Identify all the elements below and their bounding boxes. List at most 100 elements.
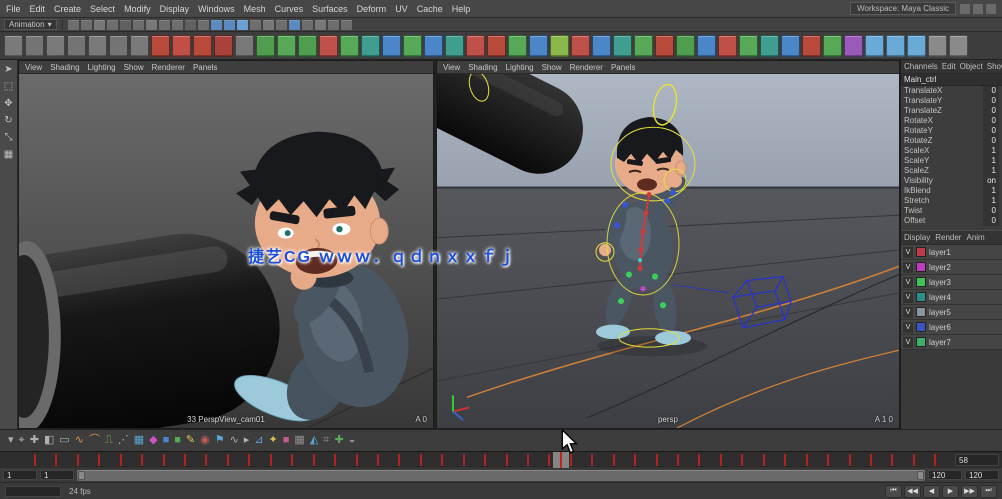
shelf-button-17[interactable] [361,35,380,57]
layer-color-swatch[interactable] [916,277,926,287]
shelf-button-45[interactable] [949,35,968,57]
character-set-field[interactable] [5,486,61,497]
menubar-icon[interactable] [973,4,983,14]
transport-button-4[interactable]: ▶▶ [961,485,978,498]
vp-menu-lighting[interactable]: Lighting [88,63,116,72]
vp-menu-view[interactable]: View [25,63,42,72]
menubar-icon[interactable] [960,4,970,14]
shelf-button-14[interactable] [298,35,317,57]
last-tool[interactable]: ▦ [4,150,13,160]
layer-visibility-toggle[interactable]: V [903,247,913,258]
keyframe-tick[interactable] [377,454,379,466]
shelf-button-42[interactable] [886,35,905,57]
playback-end-field[interactable]: 120 [928,470,962,480]
anim-tool-icon-4[interactable]: ▭ [59,435,69,446]
shelf-button-19[interactable] [403,35,422,57]
menu-surfaces[interactable]: Surfaces [312,4,348,14]
shelf-button-25[interactable] [529,35,548,57]
keyframe-tick[interactable] [613,454,615,466]
shelf-button-26[interactable] [550,35,569,57]
layer-visibility-toggle[interactable]: V [903,337,913,348]
shelf-button-29[interactable] [613,35,632,57]
keyframe-tick[interactable] [570,454,572,466]
shelf-button-6[interactable] [130,35,149,57]
keyframe-tick[interactable] [913,454,915,466]
viewport-rigged[interactable]: ViewShadingLightingShowRendererPanels [436,60,900,429]
shelf-button-30[interactable] [634,35,653,57]
shelf-button-33[interactable] [697,35,716,57]
anim-end-field[interactable]: 120 [965,470,999,480]
shelf-button-12[interactable] [256,35,275,57]
shelf-button-43[interactable] [907,35,926,57]
keyframe-ticks[interactable] [20,452,952,468]
rig-scene[interactable] [437,74,899,428]
anim-tool-icon-9[interactable]: ▦ [134,435,144,446]
keyframe-tick[interactable] [313,454,315,466]
keyframe-tick[interactable] [698,454,700,466]
range-handle-left[interactable] [78,471,85,480]
anim-tool-icon-14[interactable]: ◉ [200,435,210,446]
shelf-button-1[interactable] [25,35,44,57]
layer-row[interactable]: Vlayer3 [901,275,1002,290]
layer-visibility-toggle[interactable]: V [903,292,913,303]
shelf-button-27[interactable] [571,35,590,57]
layer-color-swatch[interactable] [916,337,926,347]
keyframe-tick[interactable] [141,454,143,466]
keyframe-tick[interactable] [506,454,508,466]
transport-button-1[interactable]: ◀◀ [904,485,921,498]
keyframe-tick[interactable] [677,454,679,466]
channel-value[interactable]: 0 [983,106,999,116]
anim-tool-icon-19[interactable]: ✦ [269,435,278,446]
cb-tab-channels[interactable]: Channels [904,62,938,71]
shelf-button-34[interactable] [718,35,737,57]
channel-row[interactable]: IkBlend1 [901,186,1002,196]
channel-row[interactable]: TranslateX0 [901,86,1002,96]
range-handle-right[interactable] [917,471,924,480]
keyframe-tick[interactable] [77,454,79,466]
anim-tool-icon-20[interactable]: ■ [283,435,290,446]
keyframe-tick[interactable] [55,454,57,466]
anim-tool-icon-22[interactable]: ◭ [310,435,318,446]
anim-tool-icon-23[interactable]: ⌗ [323,435,329,446]
layer-color-swatch[interactable] [916,322,926,332]
channel-value[interactable]: 1 [983,156,999,166]
shelf-button-3[interactable] [67,35,86,57]
layer-row[interactable]: Vlayer7 [901,335,1002,350]
channel-value[interactable]: 1 [983,166,999,176]
shelf-button-7[interactable] [151,35,170,57]
shelf-button-16[interactable] [340,35,359,57]
keyframe-tick[interactable] [34,454,36,466]
keyframe-tick[interactable] [270,454,272,466]
keyframe-tick[interactable] [163,454,165,466]
workspace-selector[interactable]: Workspace: Maya Classic [850,2,956,15]
status-icon[interactable] [185,20,196,30]
shelf-button-4[interactable] [88,35,107,57]
layer-visibility-toggle[interactable]: V [903,262,913,273]
shelf-button-24[interactable] [508,35,527,57]
keyframe-tick[interactable] [227,454,229,466]
menu-curves[interactable]: Curves [275,4,304,14]
status-icon[interactable] [198,20,209,30]
move-tool[interactable]: ✥ [4,99,12,109]
channel-value[interactable]: 0 [983,96,999,106]
shelf-button-40[interactable] [844,35,863,57]
layer-visibility-toggle[interactable]: V [903,307,913,318]
anim-tool-icon-24[interactable]: ✚ [335,435,344,446]
keyframe-tick[interactable] [356,454,358,466]
current-frame-marker[interactable] [553,452,569,468]
anim-tool-icon-21[interactable]: ▦ [294,435,304,446]
channel-row[interactable]: ScaleY1 [901,156,1002,166]
shelf-button-38[interactable] [802,35,821,57]
keyframe-tick[interactable] [741,454,743,466]
layer-visibility-toggle[interactable]: V [903,277,913,288]
shelf-button-35[interactable] [739,35,758,57]
layer-row[interactable]: Vlayer6 [901,320,1002,335]
anim-tool-icon-8[interactable]: ⋰ [118,435,129,446]
status-icon[interactable] [68,20,79,30]
menu-modify[interactable]: Modify [124,4,151,14]
layer-row[interactable]: Vlayer5 [901,305,1002,320]
channel-row[interactable]: RotateZ0 [901,136,1002,146]
shelf-button-10[interactable] [214,35,233,57]
status-icon[interactable] [107,20,118,30]
cb-tab-object[interactable]: Object [960,62,983,71]
